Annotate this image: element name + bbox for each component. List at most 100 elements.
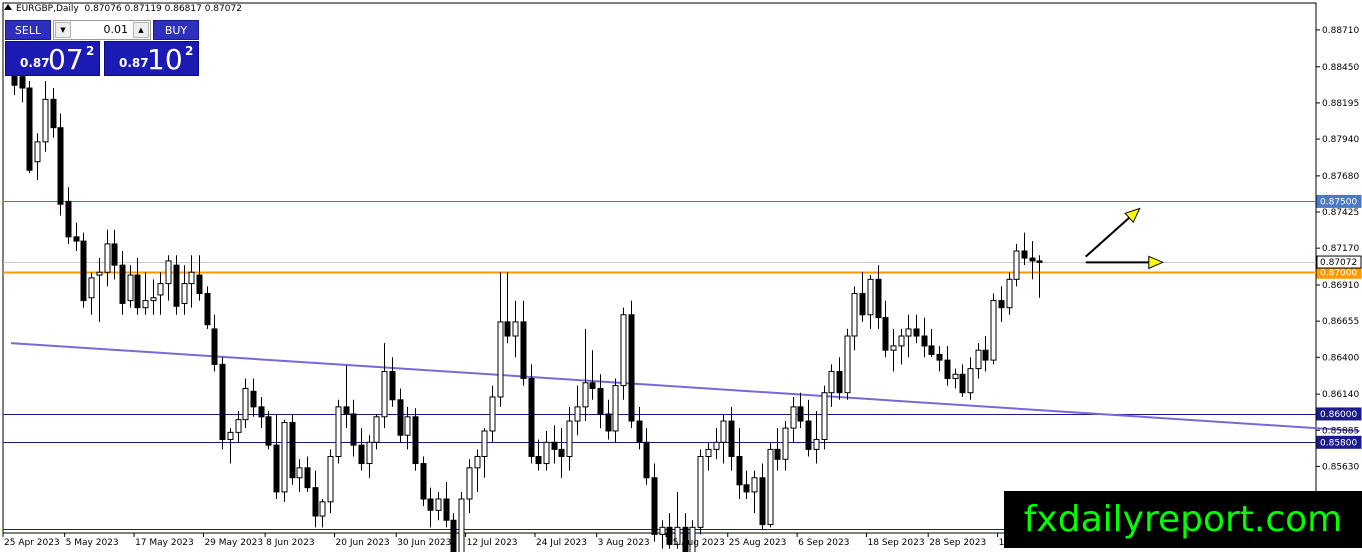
candle-body: [80, 240, 87, 302]
candle-body: [389, 370, 396, 401]
triangle-up-icon[interactable]: [4, 4, 12, 10]
candle-body: [104, 243, 111, 273]
candle-body: [435, 498, 442, 511]
candle-body: [767, 448, 774, 525]
candle-body: [273, 444, 280, 493]
candle-body: [281, 421, 288, 493]
candle-body: [65, 200, 72, 238]
candle-body: [227, 431, 234, 440]
candle-body: [165, 260, 172, 285]
candle-body: [605, 413, 612, 432]
candle-body: [319, 501, 326, 517]
lot-size-input[interactable]: [74, 23, 130, 36]
sell-button[interactable]: SELL: [5, 20, 51, 40]
symbol-header: EURGBP,Daily 0.87076 0.87119 0.86817 0.8…: [4, 4, 242, 14]
x-tick-label: 6 Sep 2023: [798, 538, 849, 548]
candle-body: [242, 387, 249, 421]
candle-body: [728, 420, 735, 457]
candle-body: [898, 335, 905, 347]
candle-body: [535, 455, 542, 465]
watermark: fxdailyreport.com: [1004, 491, 1362, 548]
candle-body: [497, 321, 504, 398]
candle-body: [196, 274, 203, 295]
y-tick-label: 0.88450: [1322, 63, 1359, 73]
chart-area: 0.88710 0.88450 0.88195 0.87940 0.87680 0.874…: [0, 0, 1362, 552]
y-tick-label: 0.87680: [1322, 172, 1359, 182]
candle-body: [134, 274, 141, 309]
candle-body: [458, 498, 465, 552]
buy-price-fraction: 2: [185, 44, 194, 58]
candle-body: [859, 293, 866, 316]
candle-body: [512, 321, 519, 337]
y-tick-label: 0.86400: [1322, 353, 1359, 363]
candle-body: [34, 141, 41, 163]
y-tick-label: 0.86655: [1322, 317, 1359, 327]
candlestick-chart: 0.88710 0.88450 0.88195 0.87940 0.87680 0.874…: [2, 2, 1362, 552]
down-arrow-icon[interactable]: ▼: [55, 22, 71, 38]
candle-body: [289, 421, 296, 479]
candle-body: [204, 293, 211, 326]
candle-body: [659, 526, 666, 535]
candle-body: [944, 359, 951, 380]
candle-body: [88, 277, 95, 299]
candle-body: [366, 441, 373, 465]
candle-body: [797, 406, 804, 422]
one-click-trade-panel: SELL ▼ ▲ BUY 0.87 07 2 0.87 10 2: [5, 20, 199, 76]
candle-body: [620, 314, 627, 387]
candle-body: [736, 455, 743, 486]
candle-body: [921, 335, 928, 347]
candle-body: [713, 441, 720, 450]
candle-body: [998, 300, 1005, 309]
candle-body: [990, 300, 997, 361]
y-tick-label: 0.87170: [1322, 244, 1359, 254]
candle-body: [867, 278, 874, 316]
candle-body: [265, 416, 272, 446]
candle-body: [628, 314, 635, 422]
candle-body: [720, 420, 727, 443]
candle-body: [404, 416, 411, 436]
candle-body: [967, 368, 974, 394]
candle-body: [335, 406, 342, 457]
candle-body: [743, 484, 750, 493]
candle-body: [597, 387, 604, 415]
price-label: 0.87072: [1320, 258, 1357, 268]
candle-body: [1013, 250, 1020, 280]
candle-body: [420, 463, 427, 500]
y-tick-label: 0.85630: [1322, 462, 1359, 472]
candle-body: [358, 444, 365, 465]
candle-body: [397, 399, 404, 436]
candle-body: [258, 406, 265, 418]
buy-price-box[interactable]: 0.87 10 2: [104, 41, 199, 76]
candle-body: [296, 467, 303, 479]
candle-body: [875, 278, 882, 319]
candle-body: [582, 382, 589, 408]
candle-body: [574, 406, 581, 422]
x-tick-label: 25 Apr 2023: [4, 538, 60, 548]
candle-body: [928, 345, 935, 355]
candle-body: [520, 321, 527, 380]
candle-body: [412, 416, 419, 465]
up-arrow-icon[interactable]: ▲: [133, 22, 149, 38]
lot-size-stepper[interactable]: ▼ ▲: [53, 20, 151, 40]
candle-body: [612, 385, 619, 432]
candle-body: [543, 441, 550, 465]
candle-body: [1021, 250, 1028, 259]
x-tick-label: 5 May 2023: [66, 538, 119, 548]
buy-button[interactable]: BUY: [153, 20, 199, 40]
candle-body: [952, 373, 959, 380]
price-label: 0.86000: [1320, 410, 1357, 420]
candle-body: [157, 283, 164, 296]
candle-body: [111, 243, 118, 266]
sell-price-fraction: 2: [86, 44, 95, 58]
candle-body: [373, 416, 380, 443]
candle-body: [466, 467, 473, 500]
candle-body: [890, 345, 897, 351]
x-tick-label: 25 Aug 2023: [729, 538, 787, 548]
price-label: 0.87000: [1320, 268, 1357, 278]
x-tick-label: 18 Sep 2023: [868, 538, 925, 548]
sell-price-box[interactable]: 0.87 07 2: [5, 41, 100, 76]
candle-body: [936, 353, 943, 361]
candle-body: [19, 76, 26, 89]
candle-body: [173, 264, 180, 307]
x-tick-label: 17 May 2023: [135, 538, 194, 548]
